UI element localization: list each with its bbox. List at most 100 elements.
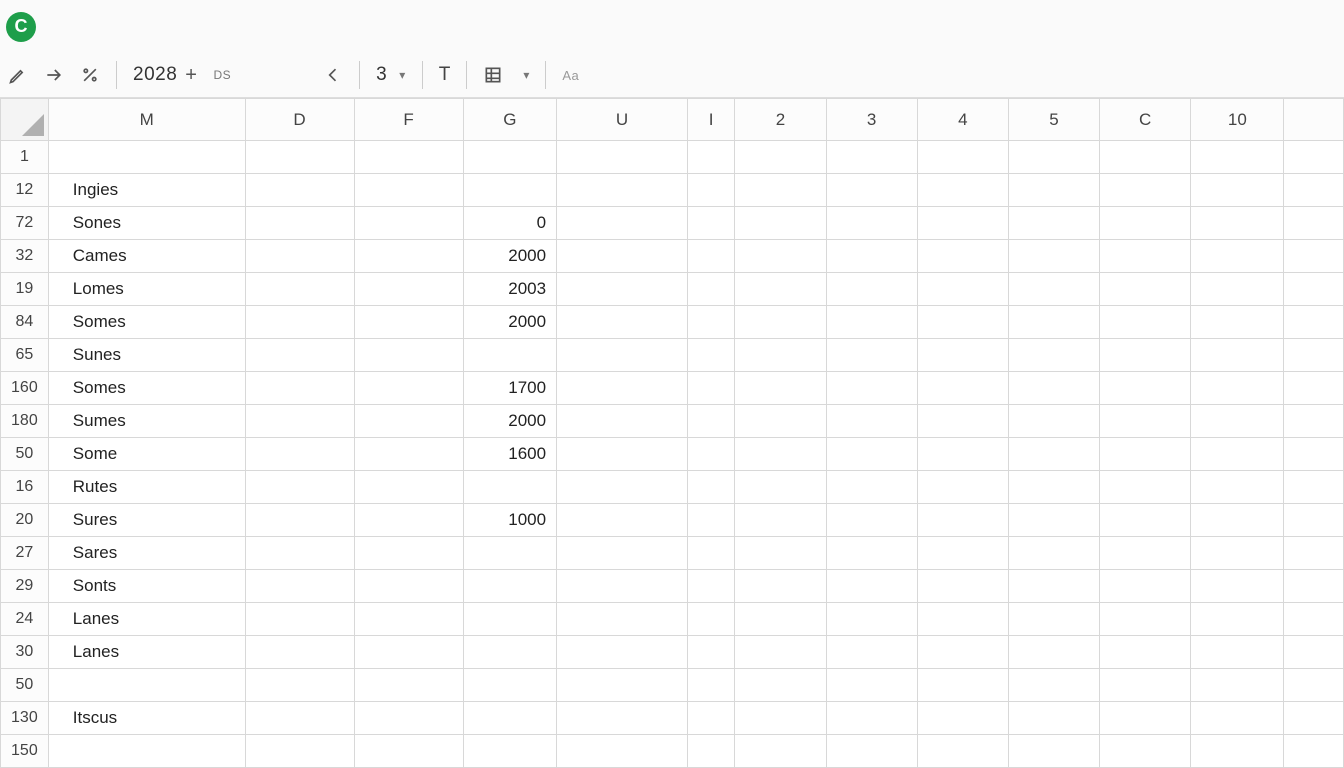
cell[interactable] (735, 372, 826, 405)
cell[interactable] (917, 273, 1008, 306)
cell[interactable] (687, 702, 735, 735)
cell[interactable] (1284, 735, 1344, 768)
cell[interactable] (1100, 669, 1191, 702)
cell[interactable] (1191, 603, 1284, 636)
cell[interactable] (1100, 240, 1191, 273)
cell[interactable] (687, 306, 735, 339)
cell[interactable] (48, 141, 245, 174)
cell[interactable] (687, 570, 735, 603)
cell[interactable] (1191, 141, 1284, 174)
cell[interactable] (1100, 702, 1191, 735)
cell[interactable] (1284, 372, 1344, 405)
cell[interactable] (917, 702, 1008, 735)
cell[interactable]: Somes (48, 372, 245, 405)
cell[interactable]: 2000 (463, 306, 557, 339)
column-header[interactable]: C (1100, 99, 1191, 141)
cell[interactable] (687, 603, 735, 636)
cell[interactable] (354, 504, 463, 537)
cell[interactable] (245, 273, 354, 306)
cell[interactable] (735, 405, 826, 438)
cell[interactable] (1008, 405, 1099, 438)
cell[interactable] (687, 339, 735, 372)
cell[interactable] (1100, 207, 1191, 240)
cell[interactable] (1008, 438, 1099, 471)
cell[interactable] (463, 339, 557, 372)
cell[interactable] (1191, 174, 1284, 207)
cell[interactable] (826, 207, 917, 240)
cell[interactable] (354, 141, 463, 174)
cell[interactable] (1100, 273, 1191, 306)
cell[interactable] (245, 570, 354, 603)
cell[interactable] (1008, 669, 1099, 702)
cell[interactable] (917, 372, 1008, 405)
cell[interactable] (735, 669, 826, 702)
cell[interactable] (1100, 339, 1191, 372)
cell[interactable] (245, 537, 354, 570)
cell[interactable] (1100, 306, 1191, 339)
cell[interactable] (1100, 636, 1191, 669)
cell[interactable] (826, 735, 917, 768)
cell[interactable]: 1600 (463, 438, 557, 471)
cell[interactable] (826, 669, 917, 702)
cell[interactable] (1284, 405, 1344, 438)
column-header[interactable]: U (557, 99, 688, 141)
cell[interactable] (1191, 636, 1284, 669)
plus-icon[interactable]: + (185, 64, 197, 87)
cell[interactable] (917, 636, 1008, 669)
cell[interactable] (735, 636, 826, 669)
cell[interactable] (1008, 174, 1099, 207)
row-header[interactable]: 180 (1, 405, 49, 438)
cell[interactable] (354, 735, 463, 768)
cell[interactable] (1008, 735, 1099, 768)
case-tool[interactable]: Aa (562, 68, 579, 83)
cell[interactable] (354, 339, 463, 372)
cell[interactable] (1100, 735, 1191, 768)
text-tool[interactable]: T (439, 64, 451, 86)
column-header[interactable]: 5 (1008, 99, 1099, 141)
cell[interactable]: Cames (48, 240, 245, 273)
cell[interactable] (557, 174, 688, 207)
cell[interactable]: Sumes (48, 405, 245, 438)
cell[interactable] (1100, 603, 1191, 636)
cell[interactable] (354, 372, 463, 405)
cell[interactable] (354, 306, 463, 339)
cell[interactable] (687, 273, 735, 306)
cell[interactable] (917, 174, 1008, 207)
cell[interactable] (354, 438, 463, 471)
cell[interactable] (1191, 240, 1284, 273)
cell[interactable] (245, 339, 354, 372)
cell[interactable]: Rutes (48, 471, 245, 504)
cell[interactable] (354, 669, 463, 702)
cell[interactable] (917, 405, 1008, 438)
cell[interactable] (1191, 405, 1284, 438)
cell[interactable]: Sonts (48, 570, 245, 603)
cell[interactable]: 2000 (463, 240, 557, 273)
column-header[interactable]: I (687, 99, 735, 141)
cell[interactable] (1100, 504, 1191, 537)
table-icon[interactable] (483, 65, 503, 85)
cell[interactable] (1008, 504, 1099, 537)
cell[interactable] (1191, 537, 1284, 570)
cell[interactable] (245, 603, 354, 636)
cell[interactable] (1284, 306, 1344, 339)
cell[interactable] (1284, 273, 1344, 306)
row-header[interactable]: 20 (1, 504, 49, 537)
cell[interactable] (917, 141, 1008, 174)
cell[interactable] (557, 570, 688, 603)
cell[interactable]: 1000 (463, 504, 557, 537)
edit-pencil-icon[interactable] (8, 65, 28, 85)
column-header[interactable]: 2 (735, 99, 826, 141)
row-header[interactable]: 72 (1, 207, 49, 240)
cell[interactable] (1191, 207, 1284, 240)
cell[interactable] (557, 372, 688, 405)
cell[interactable] (1284, 339, 1344, 372)
cell[interactable] (1284, 669, 1344, 702)
cell[interactable] (687, 471, 735, 504)
row-header[interactable]: 130 (1, 702, 49, 735)
cell[interactable] (463, 702, 557, 735)
column-header[interactable]: M (48, 99, 245, 141)
row-header[interactable]: 30 (1, 636, 49, 669)
cell[interactable] (463, 141, 557, 174)
cell[interactable] (687, 537, 735, 570)
cell[interactable] (463, 174, 557, 207)
